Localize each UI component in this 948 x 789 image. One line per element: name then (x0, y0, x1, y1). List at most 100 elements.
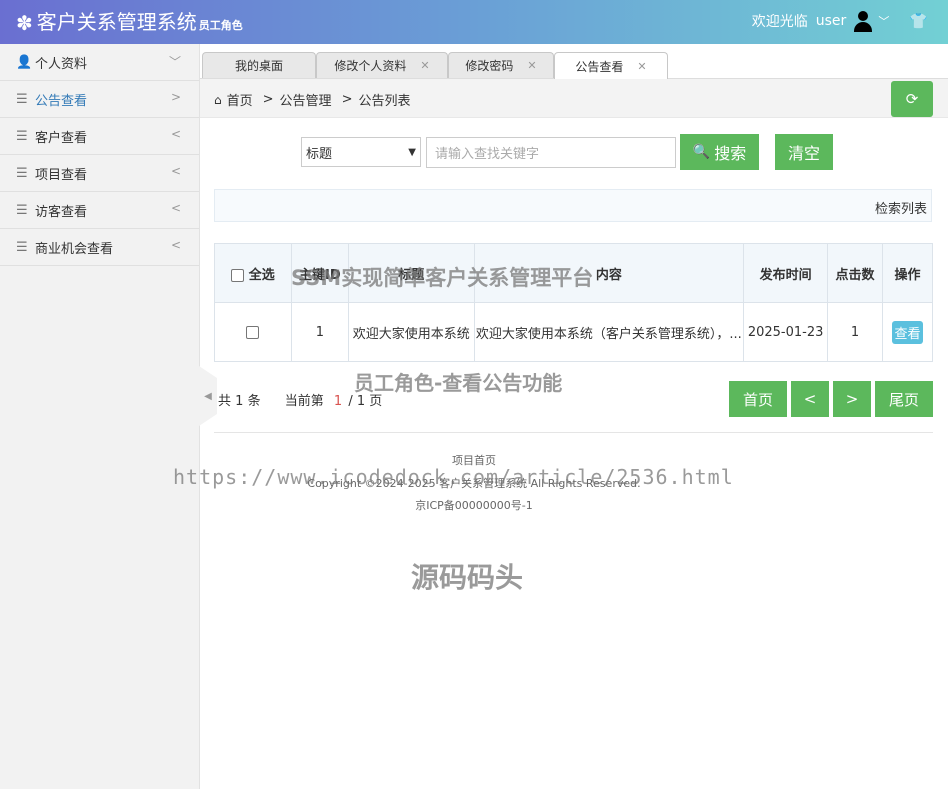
cell-content: 欢迎大家使用本系统（客户关系管理系统），... (473, 302, 745, 362)
sidebar-item-notice[interactable]: ☰ 公告查看 > (0, 81, 199, 118)
select-all-label: 全选 (248, 267, 275, 283)
home-icon: ⌂ (214, 92, 222, 107)
notice-table: 全选 主键ID 标题 内容 发布时间 点击数 操作 1 欢迎大家使用本系统 欢迎… (214, 243, 933, 362)
last-page-button[interactable]: 尾页 (875, 381, 933, 417)
column-header: 点击数 (827, 243, 883, 303)
tab-label: 我的桌面 (234, 59, 283, 73)
search-field-select[interactable]: 标题 ▼ (301, 137, 421, 167)
breadcrumb: ⌂ 首页 > 公告管理 > 公告列表 (214, 90, 410, 109)
column-header: 内容 (473, 243, 745, 303)
app-title: 客户关系管理系统 (36, 10, 197, 34)
pager-total-suffix: 条 (247, 394, 261, 409)
next-page-button[interactable]: > (833, 381, 871, 417)
clear-button[interactable]: 清空 (775, 134, 833, 170)
chevron-down-icon: ▼ (408, 146, 416, 158)
tab-change-password[interactable]: 修改密码 ✕ (448, 52, 554, 78)
list-icon: ☰ (16, 91, 28, 107)
prev-page-button[interactable]: < (791, 381, 829, 417)
user-avatar-icon[interactable] (852, 10, 874, 32)
caret-left-icon: ◀ (204, 390, 212, 402)
pager-current-prefix: 当前第 (284, 394, 324, 409)
username[interactable]: user (816, 13, 847, 29)
sidebar-item-label: 商业机会查看 (35, 241, 114, 257)
tab-label: 修改密码 (465, 59, 514, 73)
cell-id: 1 (290, 302, 349, 362)
search-button-label: 搜索 (714, 144, 747, 163)
footer-icp: 京ICP备00000000号-1 (415, 499, 533, 512)
column-header: 发布时间 (743, 243, 829, 303)
pager-total-prefix: 共 (218, 394, 232, 409)
refresh-button[interactable]: ⟳ (891, 81, 933, 117)
cell-title: 欢迎大家使用本系统 (347, 302, 475, 362)
result-info-bar: 检索列表 (214, 189, 932, 222)
chevron-left-icon: < (170, 238, 181, 252)
sidebar-item-opportunity[interactable]: ☰ 商业机会查看 < (0, 229, 199, 266)
breadcrumb-home[interactable]: 首页 (227, 90, 253, 109)
list-icon: ☰ (16, 165, 28, 181)
sidebar-item-profile[interactable]: 👤 个人资料 ﹀ (0, 44, 199, 81)
result-list-label: 检索列表 (874, 202, 927, 217)
sidebar-item-visitor[interactable]: ☰ 访客查看 < (0, 192, 199, 229)
theme-shirt-icon[interactable]: 👕 (909, 12, 928, 30)
search-field-value: 标题 (306, 146, 333, 162)
search-icon: 🔍 (692, 144, 711, 160)
tab-label: 修改个人资料 (334, 59, 407, 73)
chevron-left-icon: < (170, 127, 181, 141)
first-page-button[interactable]: 首页 (729, 381, 787, 417)
search-input[interactable]: 请输入查找关键字 (426, 136, 676, 168)
tab-edit-profile[interactable]: 修改个人资料 ✕ (316, 52, 448, 78)
tab-notice-view[interactable]: 公告查看 ✕ (554, 52, 668, 79)
breadcrumb-notice-list: 公告列表 (358, 94, 411, 109)
column-header: 主键ID (290, 243, 349, 303)
top-header: ✽ 客户关系管理系统 员工角色 欢迎光临 user ﹀ 👕 (0, 0, 948, 44)
chevron-left-icon: < (170, 201, 181, 215)
close-icon[interactable]: ✕ (637, 60, 646, 73)
gear-icon: ✽ (16, 11, 33, 35)
list-icon: ☰ (16, 202, 28, 218)
pager-info: 共 1 条 当前第 1 / 1 页 (218, 390, 382, 409)
cell-clicks: 1 (827, 302, 883, 362)
chevron-down-icon[interactable]: ﹀ (878, 13, 889, 29)
search-button[interactable]: 🔍 搜索 (680, 134, 759, 170)
tab-desktop[interactable]: 我的桌面 (202, 52, 316, 78)
column-header: 操作 (882, 243, 933, 303)
breadcrumb-separator: > (341, 92, 353, 107)
divider (214, 432, 933, 433)
chevron-down-icon: ﹀ (168, 55, 181, 69)
sidebar-item-customer[interactable]: ☰ 客户查看 < (0, 118, 199, 155)
user-icon: 👤 (16, 54, 33, 70)
chevron-left-icon: < (170, 164, 181, 178)
welcome-text: 欢迎光临 (751, 14, 808, 30)
close-icon[interactable]: ✕ (420, 59, 429, 72)
chevron-right-icon: > (170, 90, 181, 104)
search-placeholder: 请输入查找关键字 (435, 146, 540, 162)
watermark-subtitle: 员工角色-查看公告功能 (354, 371, 563, 395)
row-checkbox[interactable] (246, 325, 260, 339)
pager-total-pages: / 1 页 (348, 394, 383, 409)
refresh-icon: ⟳ (905, 90, 919, 108)
view-button[interactable]: 查看 (892, 320, 923, 344)
logo: ✽ 客户关系管理系统 员工角色 (16, 9, 243, 35)
tab-bar: 我的桌面 修改个人资料 ✕ 修改密码 ✕ 公告查看 ✕ (200, 44, 948, 79)
table-header-row: 全选 主键ID 标题 内容 发布时间 点击数 操作 (214, 243, 933, 303)
sidebar-item-label: 公告查看 (35, 93, 88, 109)
row-select-cell (214, 302, 292, 362)
breadcrumb-notice-manage[interactable]: 公告管理 (280, 90, 332, 109)
role-label: 员工角色 (198, 19, 243, 32)
pager: 首页 < > 尾页 (729, 381, 933, 417)
pager-total: 1 (235, 394, 244, 409)
close-icon[interactable]: ✕ (527, 59, 536, 72)
column-header: 标题 (347, 243, 475, 303)
select-all-checkbox[interactable] (231, 268, 245, 282)
breadcrumb-separator: > (262, 92, 274, 107)
breadcrumb-bar: ⌂ 首页 > 公告管理 > 公告列表 ⟳ (200, 79, 948, 118)
cell-date: 2025-01-23 (743, 302, 829, 362)
footer-home-link[interactable]: 项目首页 (200, 452, 748, 468)
sidebar-item-project[interactable]: ☰ 项目查看 < (0, 155, 199, 192)
sidebar-collapse-handle[interactable]: ◀ (199, 366, 217, 426)
pager-current-page: 1 (333, 394, 343, 409)
select-all-header[interactable]: 全选 (214, 243, 292, 303)
search-row: 标题 ▼ 请输入查找关键字 🔍 搜索 清空 (301, 134, 833, 170)
sidebar: 👤 个人资料 ﹀ ☰ 公告查看 > ☰ 客户查看 < ☰ 项目查看 < ☰ 访客… (0, 44, 200, 789)
sidebar-item-label: 个人资料 (35, 56, 88, 72)
